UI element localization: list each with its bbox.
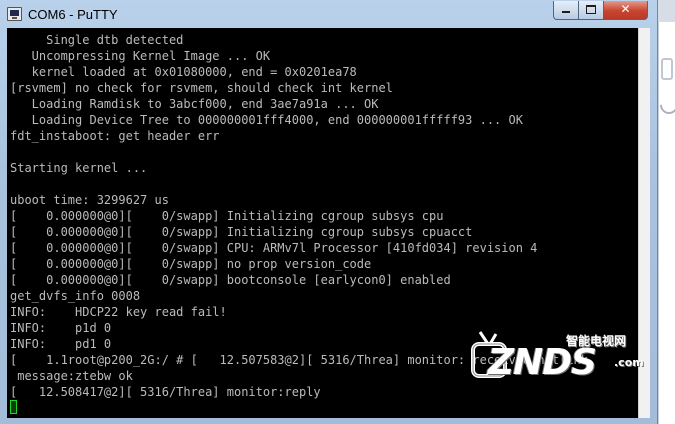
caption-buttons: ✕ <box>553 1 648 20</box>
minimize-button[interactable] <box>553 1 579 20</box>
terminal-line: Loading Device Tree to 000000001fff4000,… <box>10 113 523 127</box>
terminal-line: Loading Ramdisk to 3abcf000, end 3ae7a91… <box>10 97 379 111</box>
watermark-logo: 智能电视网 ZNDS .com <box>470 328 655 394</box>
watermark-brand-text: ZNDS <box>488 342 597 383</box>
terminal-line: [ 0.000000@0][ 0/swapp] Initializing cgr… <box>10 209 444 223</box>
phone-icon <box>661 58 673 80</box>
close-icon: ✕ <box>620 2 631 16</box>
terminal-line: kernel loaded at 0x01080000, end = 0x020… <box>10 65 357 79</box>
terminal-line: Single dtb detected <box>10 33 184 47</box>
title-bar[interactable]: COM6 - PuTTY ✕ <box>0 0 658 28</box>
terminal-line: INFO: HDCP22 key read fail! <box>10 305 227 319</box>
terminal-line: [ 0.000000@0][ 0/swapp] Initializing cgr… <box>10 225 473 239</box>
minimize-icon <box>562 11 570 13</box>
terminal-line: [ 0.000000@0][ 0/swapp] CPU: ARMv7l Proc… <box>10 241 538 255</box>
handset-icon <box>656 92 675 118</box>
maximize-button[interactable] <box>579 1 604 20</box>
terminal-line: fdt_instaboot: get header err <box>10 129 220 143</box>
close-button[interactable]: ✕ <box>604 1 648 20</box>
terminal-line: [rsvmem] no check for rsvmem, should che… <box>10 81 393 95</box>
watermark-domain-text: .com <box>614 356 644 369</box>
terminal-line: [ 0.000000@0][ 0/swapp] no prop version_… <box>10 257 372 271</box>
maximize-icon <box>586 5 596 14</box>
putty-icon[interactable] <box>7 7 22 21</box>
terminal-line: Starting kernel ... <box>10 161 148 175</box>
terminal-cursor <box>10 400 17 414</box>
background-window-edge <box>656 22 675 424</box>
terminal-cursor-line <box>10 400 636 416</box>
terminal-line: uboot time: 3299627 us <box>10 193 169 207</box>
terminal-line: [ 0.000000@0][ 0/swapp] bootconsole [ear… <box>10 273 451 287</box>
window-title: COM6 - PuTTY <box>28 7 118 22</box>
terminal-line: Uncompressing Kernel Image ... OK <box>10 49 271 63</box>
terminal-line: get_dvfs_info 0008 <box>10 289 141 303</box>
